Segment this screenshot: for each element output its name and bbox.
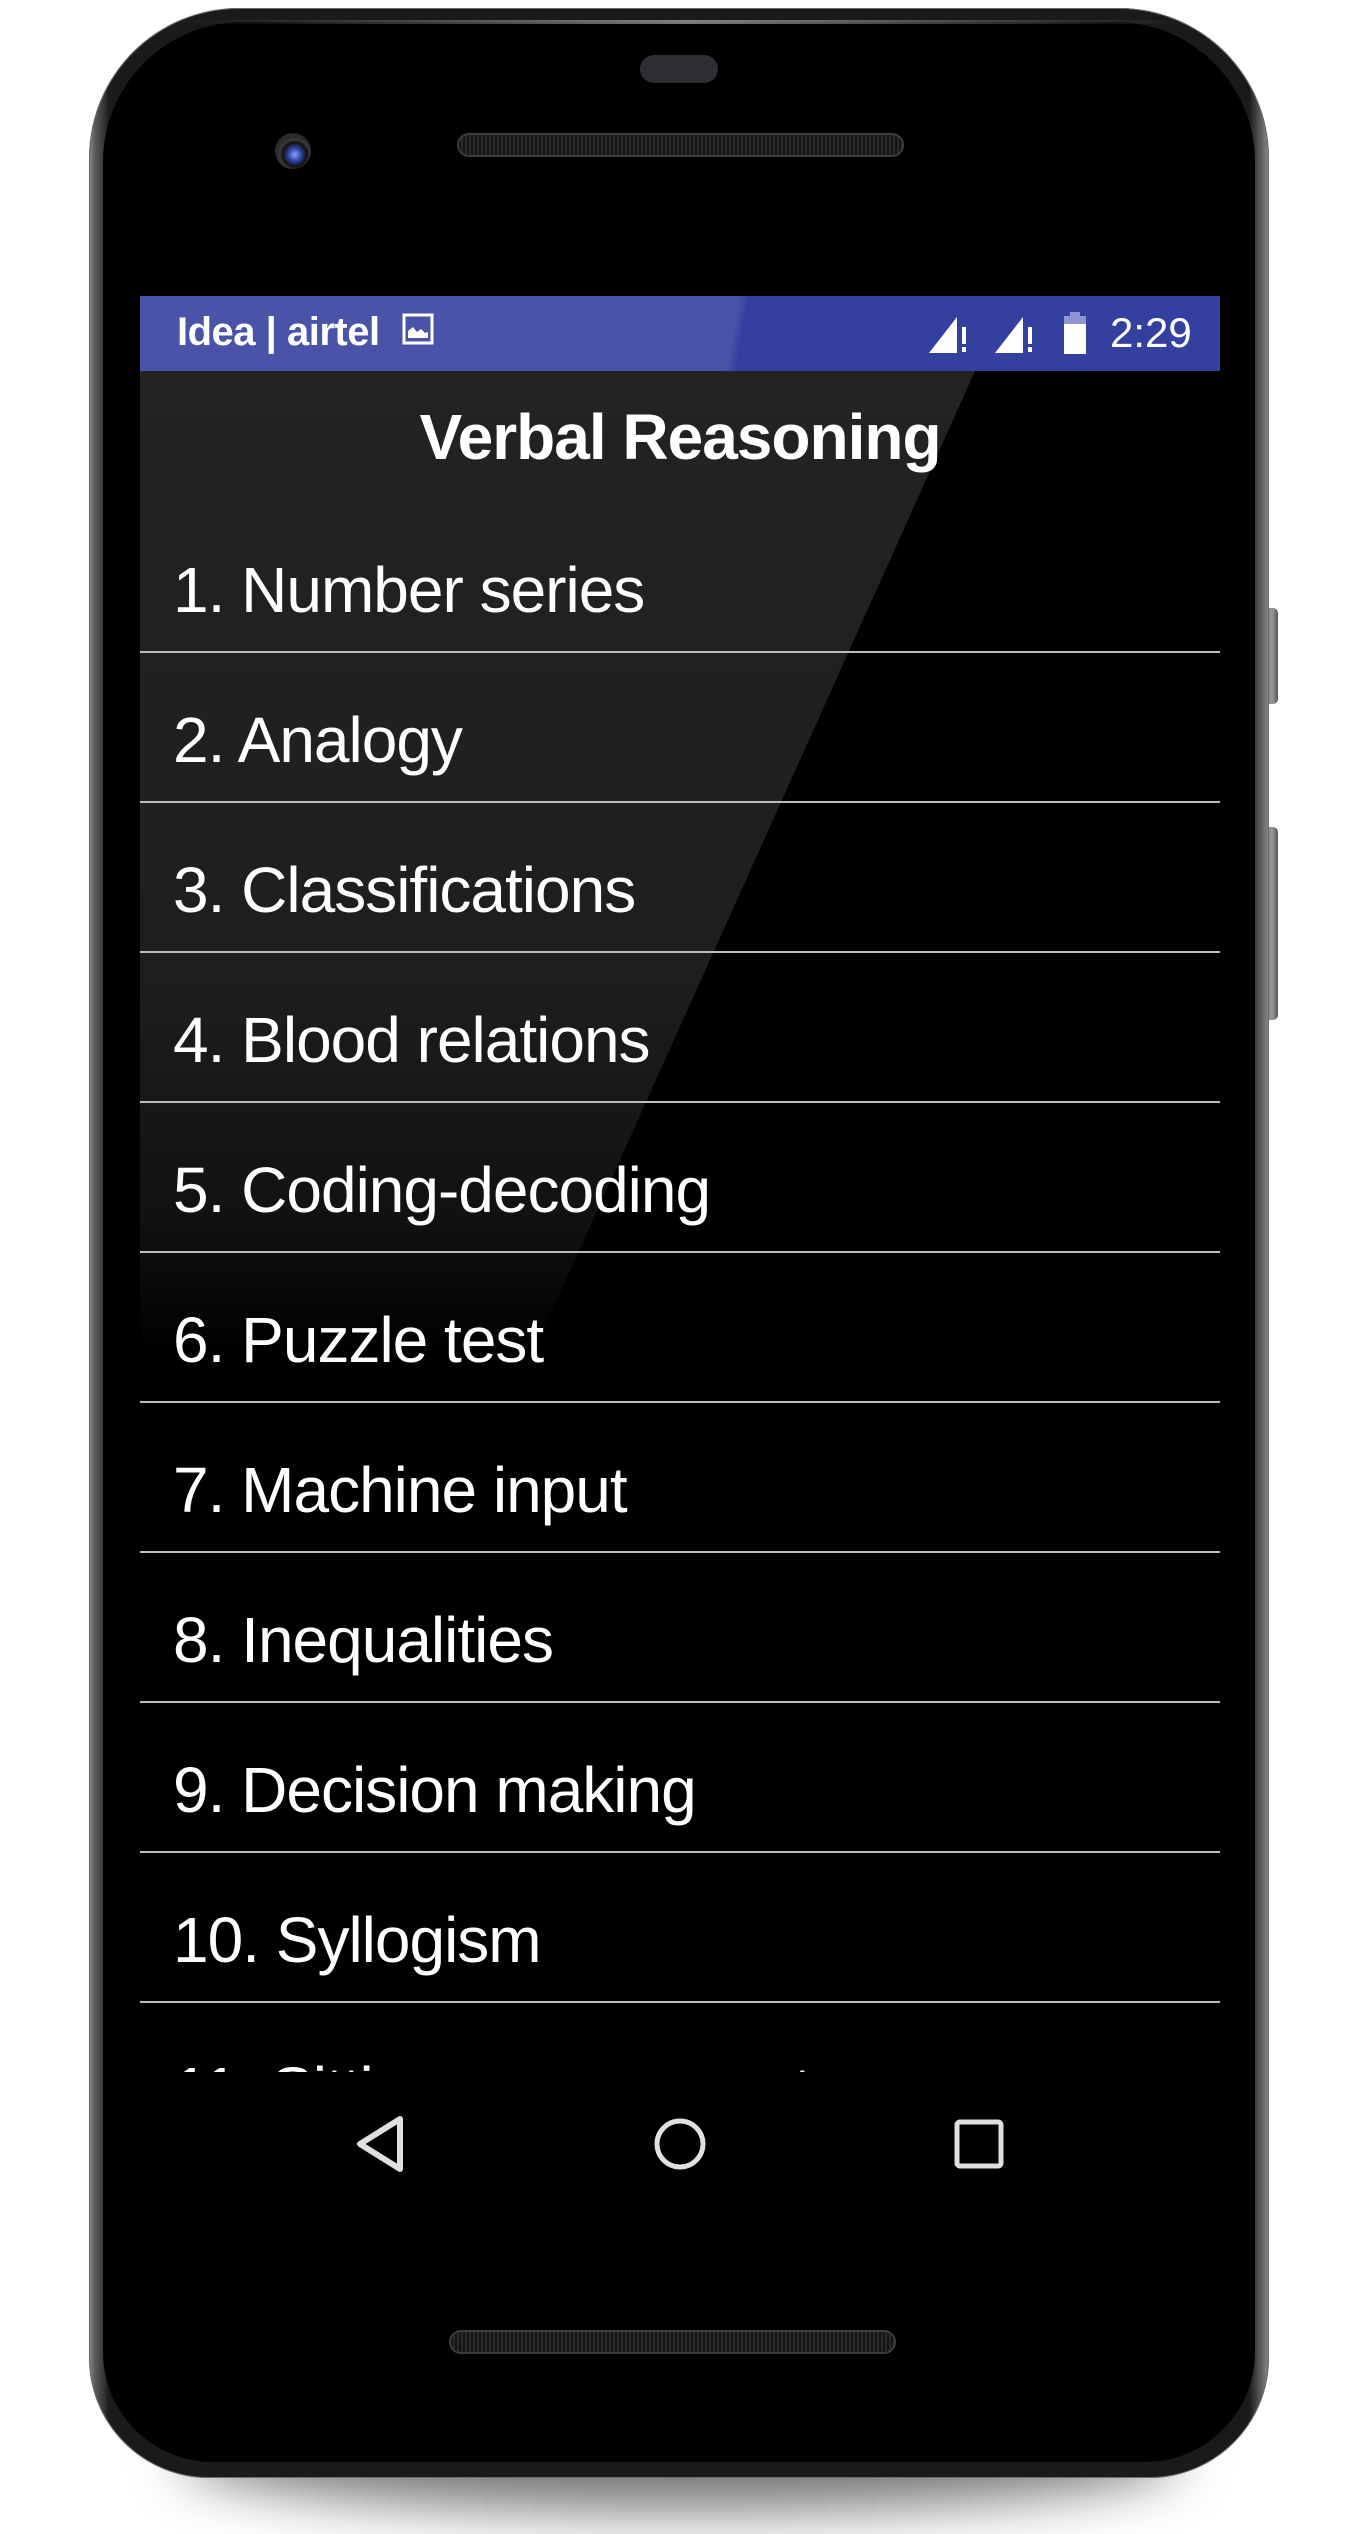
list-item-label: 4. Blood relations [173,1004,651,1076]
status-bar: Idea | airtel 2:29 [140,296,1220,371]
front-camera-icon [275,133,311,169]
list-item-label: 5. Coding-decoding [173,1154,711,1226]
image-notification-icon [402,313,434,345]
recents-icon [954,2119,1004,2169]
list-item[interactable]: 8. Inequalities [140,1553,1220,1703]
list-item[interactable]: 1. Number series [140,503,1220,653]
list-item-label: 11. Sitting arrangement [173,2053,812,2072]
list-item[interactable]: 3. Classifications [140,803,1220,953]
home-icon [654,2118,706,2170]
bottom-speaker [449,2330,896,2354]
recents-button[interactable] [949,2114,1009,2174]
list-item-label: 8. Inequalities [173,1604,554,1676]
topic-list[interactable]: 1. Number series 2. Analogy 3. Classific… [140,503,1220,2072]
signal-icon [929,317,966,353]
screen: Idea | airtel 2:29 Verbal Reasoning 1. N… [140,296,1220,2226]
battery-icon [1064,312,1086,354]
list-item-label: 6. Puzzle test [173,1304,544,1376]
list-item[interactable]: 9. Decision making [140,1703,1220,1853]
back-icon [357,2116,403,2172]
carrier-label: Idea | airtel [177,310,380,354]
list-item[interactable]: 6. Puzzle test [140,1253,1220,1403]
top-rim-highlight [190,20,1190,24]
back-button[interactable] [350,2114,410,2174]
list-item-label: 7. Machine input [173,1454,628,1526]
clock: 2:29 [1110,309,1192,356]
list-item[interactable]: 11. Sitting arrangement [140,2003,1220,2072]
list-item-label: 10. Syllogism [173,1904,542,1976]
list-item-label: 9. Decision making [173,1754,697,1826]
proximity-sensor [640,55,718,83]
list-item[interactable]: 7. Machine input [140,1403,1220,1553]
signal-icon [995,317,1032,353]
list-item[interactable]: 5. Coding-decoding [140,1103,1220,1253]
earpiece-speaker [457,133,904,157]
list-item[interactable]: 2. Analogy [140,653,1220,803]
list-item-label: 3. Classifications [173,854,636,926]
list-item[interactable]: 4. Blood relations [140,953,1220,1103]
page-title: Verbal Reasoning [419,401,941,473]
list-item-label: 1. Number series [173,554,645,626]
list-item[interactable]: 10. Syllogism [140,1853,1220,2003]
navigation-bar [140,2086,1220,2206]
home-button[interactable] [650,2114,710,2174]
list-item-label: 2. Analogy [173,704,463,776]
